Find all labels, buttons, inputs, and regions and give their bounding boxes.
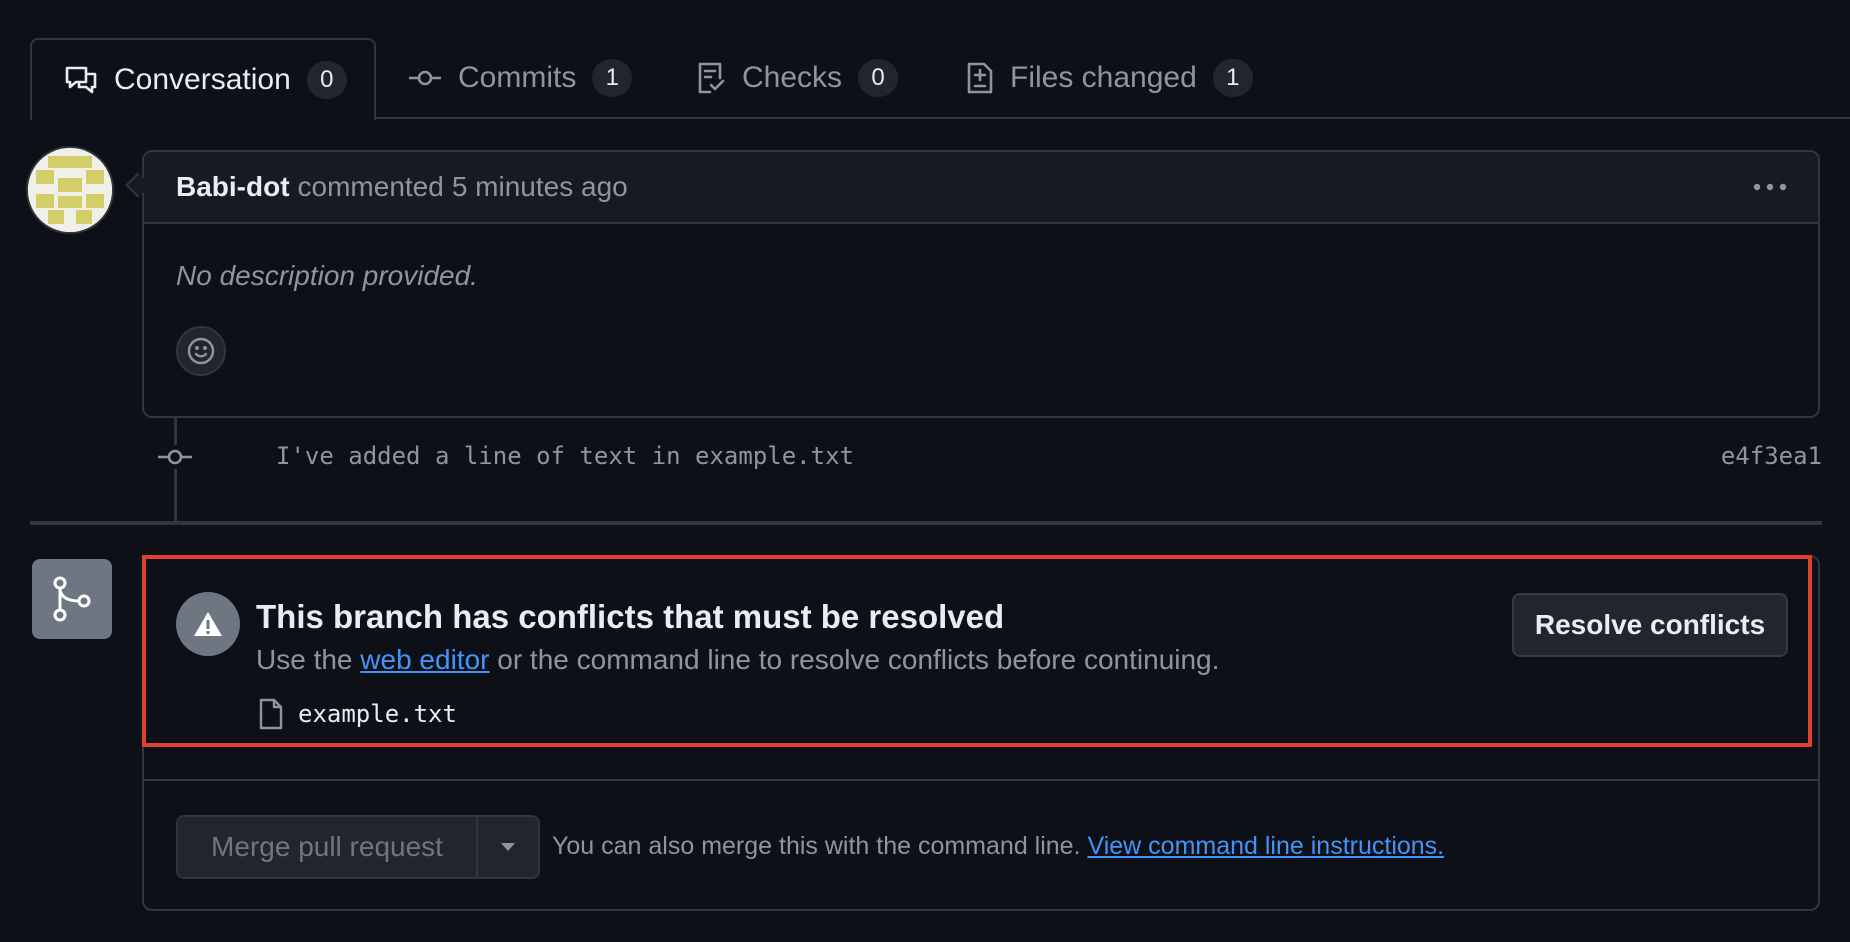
- comment-card: Babi-dot commented 5 minutes ago No descr…: [142, 150, 1820, 418]
- comment-meta: commented 5 minutes ago: [298, 171, 628, 203]
- commit-sha[interactable]: e4f3ea1: [1721, 442, 1822, 470]
- tab-counter: 0: [858, 59, 899, 97]
- tab-label: Commits: [458, 61, 577, 94]
- tab-label: Checks: [742, 61, 843, 94]
- tab-commits[interactable]: Commits 1: [408, 38, 633, 118]
- smiley-icon: [186, 336, 216, 366]
- kebab-horizontal-icon[interactable]: [1752, 182, 1788, 192]
- commit-message[interactable]: I've added a line of text in example.txt: [276, 442, 854, 470]
- conflict-highlight-frame: [142, 555, 1812, 747]
- comment-discussion-icon: [64, 65, 98, 95]
- tab-counter: 1: [1212, 59, 1253, 97]
- avatar[interactable]: [28, 148, 112, 232]
- timeline-divider: [30, 521, 1822, 525]
- git-merge-icon: [32, 559, 112, 639]
- command-line-instructions-link[interactable]: View command line instructions.: [1087, 832, 1444, 860]
- tab-label: Files changed: [1010, 61, 1197, 94]
- identicon: [28, 148, 112, 232]
- tab-files-changed[interactable]: Files changed 1: [966, 38, 1253, 118]
- git-commit-icon: [157, 445, 193, 469]
- comment-header: Babi-dot commented 5 minutes ago: [144, 152, 1818, 224]
- merge-separator: [144, 779, 1818, 781]
- comment-description: No description provided.: [176, 260, 478, 291]
- tab-counter: 1: [592, 59, 633, 97]
- triangle-down-icon: [500, 842, 516, 852]
- merge-button-group: Merge pull request: [176, 815, 540, 879]
- merge-hint-text: You can also merge this with the command…: [552, 832, 1081, 860]
- merge-pull-request-button[interactable]: Merge pull request: [178, 817, 476, 877]
- tab-conversation[interactable]: Conversation 0: [30, 38, 376, 120]
- add-reaction-button[interactable]: [176, 326, 226, 376]
- tab-label: Conversation: [114, 63, 291, 96]
- tab-checks[interactable]: Checks 0: [696, 38, 899, 118]
- comment-body: No description provided.: [144, 224, 1818, 376]
- comment-author[interactable]: Babi-dot: [176, 171, 290, 203]
- comment-time[interactable]: 5 minutes ago: [452, 171, 628, 202]
- merge-options-dropdown[interactable]: [476, 817, 538, 877]
- timeline-line: [174, 418, 177, 522]
- merge-hint: You can also merge this with the command…: [552, 832, 1444, 861]
- comment-action: commented: [297, 171, 444, 202]
- pr-tabs: Conversation 0 Commits 1 Checks 0 Files …: [30, 38, 1850, 120]
- git-commit-icon: [408, 68, 442, 88]
- checklist-icon: [696, 61, 726, 95]
- tab-counter: 0: [306, 61, 347, 99]
- file-diff-icon: [966, 61, 994, 95]
